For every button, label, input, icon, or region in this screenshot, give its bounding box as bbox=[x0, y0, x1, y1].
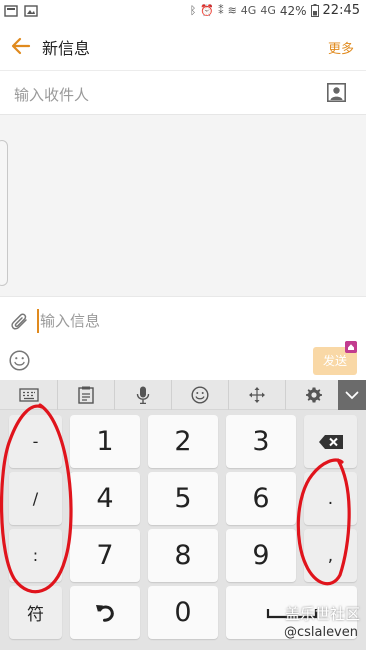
key-5[interactable]: 5 bbox=[148, 472, 218, 525]
key-2[interactable]: 2 bbox=[148, 415, 218, 468]
clipboard-tool[interactable] bbox=[57, 380, 114, 410]
gear-icon bbox=[306, 387, 322, 403]
signal-label-1: 4G bbox=[240, 4, 257, 17]
back-arrow-icon[interactable] bbox=[10, 35, 32, 57]
signal-label-2: 4G bbox=[260, 4, 276, 17]
key-period[interactable]: . bbox=[304, 472, 357, 525]
microphone-icon bbox=[136, 386, 150, 404]
key-colon[interactable]: : bbox=[9, 529, 62, 582]
key-1[interactable]: 1 bbox=[70, 415, 140, 468]
bluetooth-icon: ᛒ bbox=[189, 4, 197, 17]
undo-icon bbox=[96, 604, 114, 622]
emoji-icon bbox=[191, 386, 209, 404]
message-input[interactable]: 输入信息 bbox=[40, 310, 100, 331]
recipient-input[interactable]: 输入收件人 bbox=[14, 84, 89, 105]
battery-icon bbox=[310, 4, 319, 17]
watermark-handle: @cslaleven bbox=[283, 625, 358, 640]
backspace-icon bbox=[318, 434, 343, 449]
more-button[interactable]: 更多 bbox=[328, 38, 354, 57]
panel-edge-handle[interactable] bbox=[0, 140, 8, 286]
emoji-icon[interactable] bbox=[9, 350, 30, 371]
alarm-icon: ⏰ bbox=[200, 4, 215, 17]
watermark-community: 盖乐世社区 bbox=[284, 605, 360, 623]
key-comma[interactable]: , bbox=[304, 529, 357, 582]
key-9[interactable]: 9 bbox=[226, 529, 296, 582]
notification-icon bbox=[4, 5, 18, 17]
status-bar: ᛒ ⏰ ⁑ ≋ 4G 4G 42% 22:45 bbox=[0, 0, 366, 24]
wifi-icon: ≋ bbox=[227, 4, 237, 17]
collapse-keyboard-button[interactable] bbox=[338, 380, 366, 410]
page-title: 新信息 bbox=[42, 39, 91, 58]
sim-badge-icon bbox=[345, 341, 357, 353]
compose-bar: 输入信息 发送 bbox=[0, 296, 366, 380]
key-symbols[interactable]: 符 bbox=[9, 586, 62, 639]
keyboard-settings-tool[interactable] bbox=[285, 380, 342, 410]
chevron-down-icon bbox=[345, 391, 359, 399]
key-4[interactable]: 4 bbox=[70, 472, 140, 525]
key-8[interactable]: 8 bbox=[148, 529, 218, 582]
move-keyboard-tool[interactable] bbox=[228, 380, 285, 410]
text-cursor bbox=[37, 309, 39, 333]
battery-percentage: 42% bbox=[279, 3, 307, 18]
move-icon bbox=[249, 387, 265, 403]
clock: 22:45 bbox=[322, 3, 360, 18]
key-dash[interactable]: - bbox=[9, 415, 62, 468]
key-backspace[interactable] bbox=[304, 415, 357, 468]
recipient-row: 输入收件人 bbox=[0, 70, 366, 115]
key-0[interactable]: 0 bbox=[148, 586, 218, 639]
contact-picker-icon[interactable] bbox=[327, 83, 346, 102]
key-7[interactable]: 7 bbox=[70, 529, 140, 582]
app-header: 新信息 更多 bbox=[0, 24, 366, 70]
key-3[interactable]: 3 bbox=[226, 415, 296, 468]
vibrate-icon: ⁑ bbox=[218, 4, 224, 17]
conversation-area bbox=[0, 115, 366, 296]
voice-input-tool[interactable] bbox=[114, 380, 171, 410]
keyboard-toolbar bbox=[0, 380, 366, 410]
keyboard-icon bbox=[18, 388, 39, 402]
key-6[interactable]: 6 bbox=[226, 472, 296, 525]
emoji-tool[interactable] bbox=[171, 380, 228, 410]
keyboard-tool[interactable] bbox=[0, 380, 57, 410]
clipboard-icon bbox=[78, 386, 94, 404]
gallery-icon bbox=[24, 5, 38, 17]
key-slash[interactable]: / bbox=[9, 472, 62, 525]
key-undo[interactable] bbox=[70, 586, 140, 639]
attachment-icon[interactable] bbox=[10, 312, 30, 334]
